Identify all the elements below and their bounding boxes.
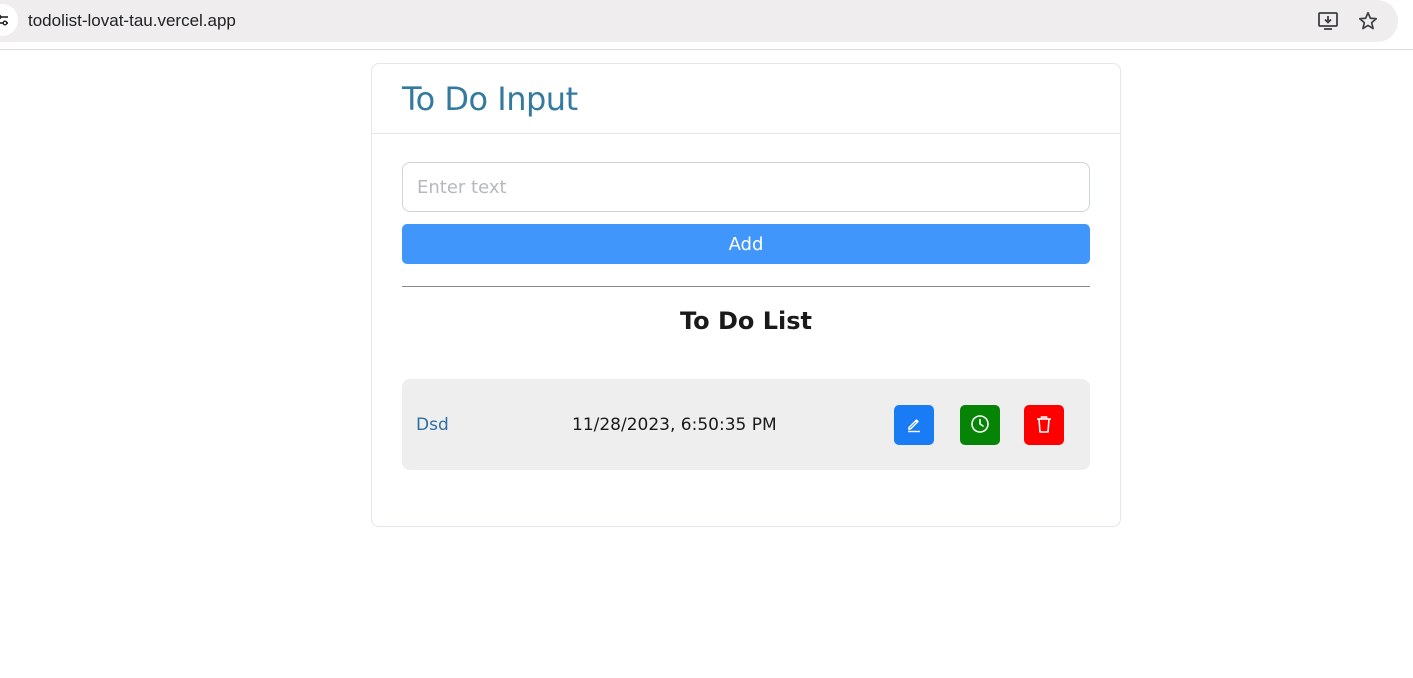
todo-text-input[interactable] xyxy=(402,162,1090,212)
site-settings-icon[interactable] xyxy=(0,4,18,36)
delete-button[interactable] xyxy=(1024,405,1064,445)
install-app-icon[interactable] xyxy=(1316,9,1340,33)
edit-icon xyxy=(905,415,923,436)
toolbar-divider xyxy=(0,49,1413,50)
list-item: Dsd 11/28/2023, 6:50:35 PM xyxy=(402,379,1090,470)
clock-button[interactable] xyxy=(960,405,1000,445)
section-divider xyxy=(402,286,1090,287)
todo-item-text: Dsd xyxy=(416,415,449,435)
url-text[interactable]: todolist-lovat-tau.vercel.app xyxy=(28,11,236,31)
todo-card: To Do Input Add To Do List Dsd 11/28/202… xyxy=(371,63,1121,527)
bookmark-star-icon[interactable] xyxy=(1356,9,1380,33)
list-title: To Do List xyxy=(679,307,813,335)
card-header: To Do Input xyxy=(372,64,1120,134)
edit-button[interactable] xyxy=(894,405,934,445)
add-button[interactable]: Add xyxy=(402,224,1090,264)
todo-item-date: 11/28/2023, 6:50:35 PM xyxy=(572,415,777,435)
clock-icon xyxy=(970,414,990,437)
trash-icon xyxy=(1035,414,1053,437)
card-title: To Do Input xyxy=(402,80,578,118)
